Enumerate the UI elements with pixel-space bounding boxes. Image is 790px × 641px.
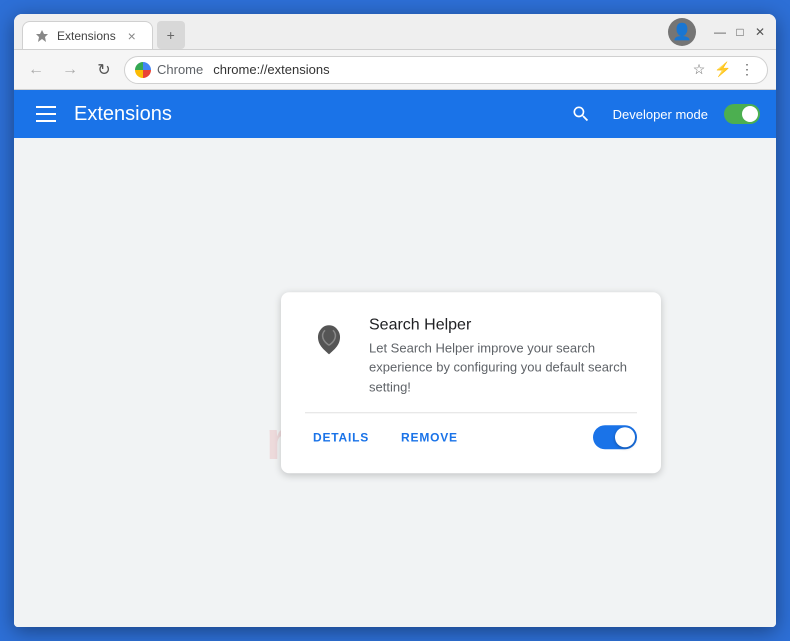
card-info: Search Helper Let Search Helper improve …	[369, 316, 637, 397]
extension-card: Search Helper Let Search Helper improve …	[281, 292, 661, 474]
new-tab-button[interactable]: +	[157, 21, 185, 49]
title-bar: Extensions × + 👤 — □ ✕	[14, 14, 776, 50]
address-bar[interactable]: Chrome chrome://extensions ☆ ⚡ ⋮	[124, 56, 768, 84]
hamburger-menu[interactable]	[30, 98, 62, 130]
card-actions: DETAILS REMOVE	[305, 412, 637, 449]
browser-toolbar: ← → ↻ Chrome chrome://extensions ☆ ⚡ ⋮	[14, 50, 776, 90]
developer-mode-toggle[interactable]	[724, 104, 760, 124]
menu-icon[interactable]: ⋮	[737, 60, 757, 80]
extension-description: Let Search Helper improve your search ex…	[369, 338, 637, 397]
extensions-header: Extensions Developer mode	[14, 90, 776, 138]
hamburger-line	[36, 113, 56, 115]
bookmark-icon[interactable]: ☆	[689, 60, 709, 80]
card-header: Search Helper Let Search Helper improve …	[305, 316, 637, 397]
site-name: Chrome	[157, 62, 203, 77]
dev-mode-label: Developer mode	[613, 107, 708, 122]
tab-area: Extensions × +	[22, 14, 668, 49]
extensions-content: 🔍 risk.com Search Helper Let Search Help…	[14, 138, 776, 627]
reload-button[interactable]: ↻	[90, 56, 118, 84]
tab-favicon	[35, 29, 49, 43]
close-window-button[interactable]: ✕	[752, 24, 768, 40]
address-icons: ☆ ⚡ ⋮	[689, 60, 757, 80]
browser-window: Extensions × + 👤 — □ ✕ ← → ↻ Chrome chro…	[14, 14, 776, 627]
minimize-button[interactable]: —	[712, 24, 728, 40]
search-button[interactable]	[565, 98, 597, 130]
extension-logo	[305, 316, 353, 364]
header-right: Developer mode	[565, 98, 760, 130]
window-controls: — □ ✕	[712, 24, 768, 40]
extensions-icon[interactable]: ⚡	[713, 60, 733, 80]
tab-close-button[interactable]: ×	[124, 28, 140, 44]
hamburger-line	[36, 106, 56, 108]
extension-name: Search Helper	[369, 316, 637, 334]
details-button[interactable]: DETAILS	[305, 426, 377, 448]
hamburger-line	[36, 120, 56, 122]
url-text: chrome://extensions	[213, 62, 329, 77]
active-tab[interactable]: Extensions ×	[22, 21, 153, 49]
page-title: Extensions	[74, 103, 172, 126]
remove-button[interactable]: REMOVE	[393, 426, 466, 448]
back-button[interactable]: ←	[22, 56, 50, 84]
tab-label: Extensions	[57, 29, 116, 43]
extension-toggle[interactable]	[593, 425, 637, 449]
site-security-icon	[135, 62, 151, 78]
maximize-button[interactable]: □	[732, 24, 748, 40]
profile-icon[interactable]: 👤	[668, 18, 696, 46]
forward-button[interactable]: →	[56, 56, 84, 84]
